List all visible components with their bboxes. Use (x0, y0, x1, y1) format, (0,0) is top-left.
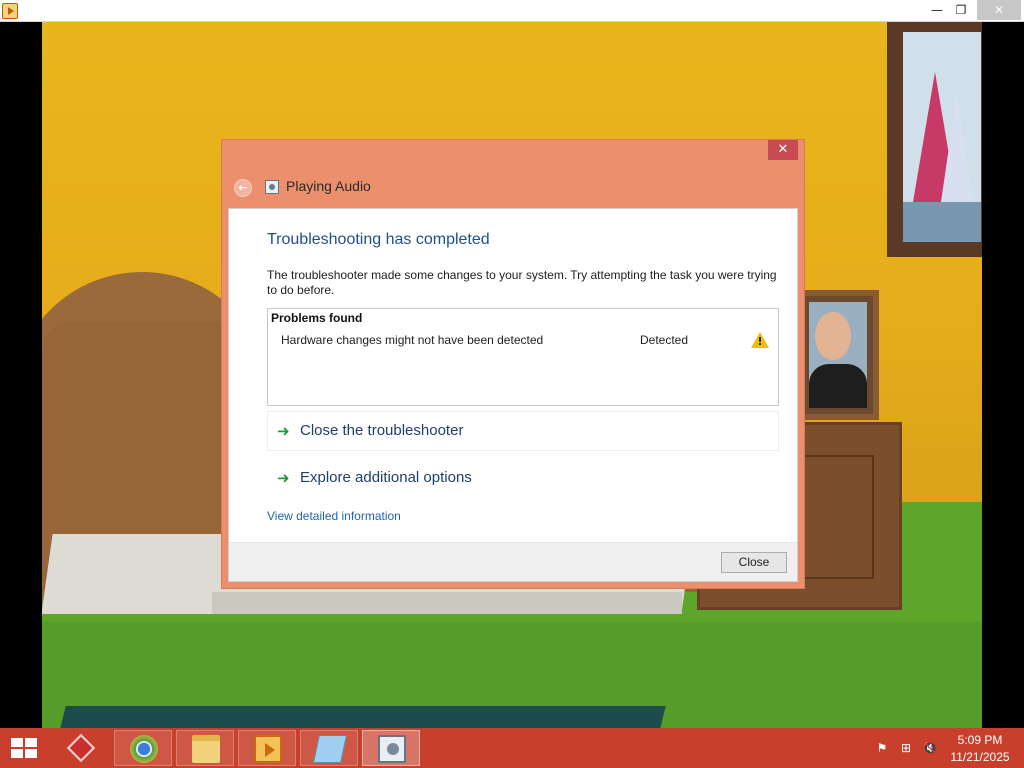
video-sail-white (941, 92, 973, 202)
back-arrow-icon[interactable]: ← (234, 179, 252, 197)
windows-logo-icon (11, 738, 37, 758)
option-label: Explore additional options (300, 469, 472, 486)
page-heading: Troubleshooting has completed (267, 231, 490, 248)
warning-icon-mark: ! (757, 335, 763, 348)
clock-date[interactable]: 11/21/2025 (940, 750, 1020, 764)
problem-status: Detected (640, 333, 689, 347)
file-explorer-icon (192, 735, 220, 763)
player-titlebar: — ❐ ✕ (0, 0, 1024, 22)
taskbar-troubleshooter[interactable] (362, 730, 420, 766)
volume-muted-icon[interactable]: 🔇 (922, 740, 938, 756)
problems-found-box: Problems found Hardware changes might no… (267, 308, 779, 406)
green-arrow-icon: ➜ (277, 422, 290, 440)
troubleshooter-icon (378, 735, 406, 763)
troubleshooter-icon (265, 180, 279, 194)
close-troubleshooter-option[interactable]: ➜ Close the troubleshooter (267, 411, 779, 451)
description-text: The troubleshooter made some changes to … (267, 268, 777, 297)
close-button[interactable]: Close (721, 552, 787, 573)
dialog-content: Troubleshooting has completed The troubl… (228, 208, 798, 582)
taskbar-file-explorer[interactable] (176, 730, 234, 766)
taskbar-notepad[interactable] (300, 730, 358, 766)
clock-time[interactable]: 5:09 PM (940, 733, 1020, 747)
notepad-icon (313, 735, 347, 763)
dropbox-icon (66, 733, 96, 763)
option-label: Close the troubleshooter (300, 422, 464, 439)
problems-found-title: Problems found (271, 311, 363, 325)
video-portrait (809, 302, 867, 408)
video-portrait-frame (797, 290, 879, 420)
troubleshooter-dialog: ✕ ← Playing Audio Troubleshooting has co… (221, 139, 805, 589)
restore-button[interactable]: ❐ (944, 0, 978, 20)
taskbar: ⚑ ⊞ 🔇 5:09 PM 11/21/2025 (0, 728, 1024, 768)
view-detailed-information-link[interactable]: View detailed information (267, 509, 401, 523)
media-player-icon (254, 735, 282, 763)
media-player-app-icon[interactable] (2, 3, 18, 19)
video-couch-seat-edge (212, 592, 682, 614)
taskbar-chrome[interactable] (114, 730, 172, 766)
video-sailboat-picture (887, 22, 982, 257)
video-portrait-face (815, 312, 851, 360)
video-portrait-body (809, 364, 867, 408)
taskbar-media-player[interactable] (238, 730, 296, 766)
problem-name: Hardware changes might not have been det… (281, 333, 544, 347)
dialog-close-button[interactable]: ✕ (768, 140, 798, 160)
chrome-icon (130, 735, 158, 763)
video-sea (903, 202, 981, 242)
action-center-flag-icon[interactable]: ⚑ (874, 740, 890, 756)
network-icon[interactable]: ⊞ (898, 740, 914, 756)
window-close-button[interactable]: ✕ (977, 0, 1021, 20)
explore-additional-options[interactable]: ➜ Explore additional options (267, 458, 779, 498)
taskbar-dropbox[interactable] (52, 730, 110, 766)
green-arrow-icon: ➜ (277, 469, 290, 487)
dialog-footer: Close (229, 542, 797, 581)
start-button[interactable] (4, 732, 44, 764)
video-rug (58, 706, 666, 728)
problem-row[interactable]: Hardware changes might not have been det… (268, 331, 778, 351)
video-sailboat-canvas (903, 32, 981, 242)
dialog-title: Playing Audio (286, 178, 371, 194)
